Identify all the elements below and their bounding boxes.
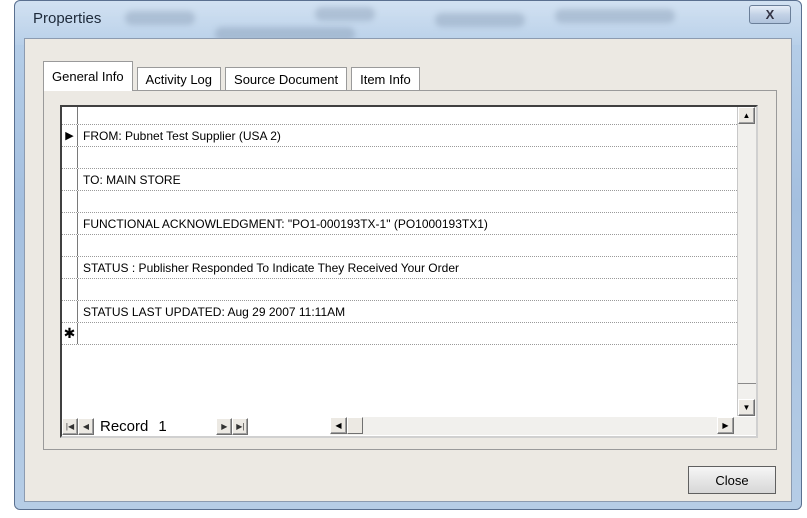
header-selector[interactable] xyxy=(62,107,78,124)
general-info-page: ▶ FROM: Pubnet Test Supplier (USA 2) TO:… xyxy=(43,90,777,450)
arrow-left-icon: ◀ xyxy=(335,421,342,430)
record-number-field[interactable]: 1 xyxy=(158,418,216,435)
datasheet: ▶ FROM: Pubnet Test Supplier (USA 2) TO:… xyxy=(60,105,758,438)
horizontal-scrollbar[interactable]: ◀ ▶ xyxy=(330,417,756,435)
next-record-button[interactable]: ▶ xyxy=(216,417,233,435)
row-selector[interactable] xyxy=(62,191,78,212)
dialog-body: General Info Activity Log Source Documen… xyxy=(24,38,792,502)
row-text[interactable]: FUNCTIONAL ACKNOWLEDGMENT: "PO1-000193TX… xyxy=(78,213,488,234)
row-selector[interactable] xyxy=(62,279,78,300)
row-text[interactable]: STATUS LAST UPDATED: Aug 29 2007 11:11AM xyxy=(78,301,345,322)
close-icon: X xyxy=(765,7,775,22)
last-record-icon: ▶| xyxy=(236,421,245,431)
table-row[interactable]: ▶ FROM: Pubnet Test Supplier (USA 2) xyxy=(62,125,737,147)
table-row[interactable] xyxy=(62,235,737,257)
row-text[interactable] xyxy=(78,191,83,212)
new-record-row[interactable]: ✱ xyxy=(62,323,737,345)
window-close-button[interactable]: X xyxy=(749,5,791,24)
arrow-down-icon: ▼ xyxy=(742,403,751,412)
current-record-icon[interactable]: ▶ xyxy=(62,125,78,146)
row-text[interactable] xyxy=(78,323,83,344)
arrow-right-icon: ▶ xyxy=(722,421,729,430)
previous-record-icon: ◀ xyxy=(82,421,90,431)
first-record-icon: |◀ xyxy=(65,421,75,431)
row-text[interactable] xyxy=(78,235,83,256)
table-row[interactable]: FUNCTIONAL ACKNOWLEDGMENT: "PO1-000193TX… xyxy=(62,213,737,235)
column-header xyxy=(62,107,737,125)
scroll-thumb[interactable] xyxy=(347,417,363,434)
scroll-left-button[interactable]: ◀ xyxy=(330,417,347,434)
row-selector[interactable] xyxy=(62,301,78,322)
properties-window: Properties X General Info Activity Log S… xyxy=(14,0,802,510)
tab-item-info[interactable]: Item Info xyxy=(351,67,420,91)
next-record-icon: ▶ xyxy=(221,421,228,431)
close-button[interactable]: Close xyxy=(688,466,776,494)
arrow-up-icon: ▲ xyxy=(742,111,751,120)
vertical-scrollbar[interactable]: ▲ ▼ xyxy=(737,107,756,418)
previous-record-button[interactable]: ◀ xyxy=(78,417,94,435)
row-selector[interactable] xyxy=(62,235,78,256)
first-record-button[interactable]: |◀ xyxy=(62,417,78,435)
row-text[interactable]: TO: MAIN STORE xyxy=(78,169,181,190)
tab-activity-log[interactable]: Activity Log xyxy=(136,67,222,91)
row-text[interactable] xyxy=(78,279,83,300)
record-navigation-bar: |◀ ◀ Record 1 ▶ ▶| ◀ ▶ xyxy=(62,416,756,436)
row-selector[interactable] xyxy=(62,147,78,168)
row-text[interactable]: FROM: Pubnet Test Supplier (USA 2) xyxy=(78,125,281,146)
row-selector[interactable] xyxy=(62,169,78,190)
record-label: Record xyxy=(100,417,149,435)
table-row[interactable] xyxy=(62,191,737,213)
tab-strip: General Info Activity Log Source Documen… xyxy=(43,61,424,91)
table-row[interactable]: STATUS LAST UPDATED: Aug 29 2007 11:11AM xyxy=(62,301,737,323)
row-text[interactable]: STATUS : Publisher Responded To Indicate… xyxy=(78,257,459,278)
table-row[interactable] xyxy=(62,147,737,169)
row-selector[interactable] xyxy=(62,257,78,278)
tab-source-document[interactable]: Source Document xyxy=(225,67,348,91)
window-title: Properties xyxy=(33,10,102,27)
table-row[interactable]: STATUS : Publisher Responded To Indicate… xyxy=(62,257,737,279)
new-record-icon[interactable]: ✱ xyxy=(62,323,78,344)
row-selector[interactable] xyxy=(62,213,78,234)
row-text[interactable] xyxy=(78,147,83,168)
scroll-right-button[interactable]: ▶ xyxy=(717,417,734,434)
scroll-up-button[interactable]: ▲ xyxy=(738,107,755,124)
scroll-down-button[interactable]: ▼ xyxy=(738,399,755,416)
table-row[interactable]: TO: MAIN STORE xyxy=(62,169,737,191)
last-record-button[interactable]: ▶| xyxy=(232,417,249,435)
table-row[interactable] xyxy=(62,279,737,301)
tab-general-info[interactable]: General Info xyxy=(43,61,133,91)
datasheet-rows: ▶ FROM: Pubnet Test Supplier (USA 2) TO:… xyxy=(62,107,737,345)
